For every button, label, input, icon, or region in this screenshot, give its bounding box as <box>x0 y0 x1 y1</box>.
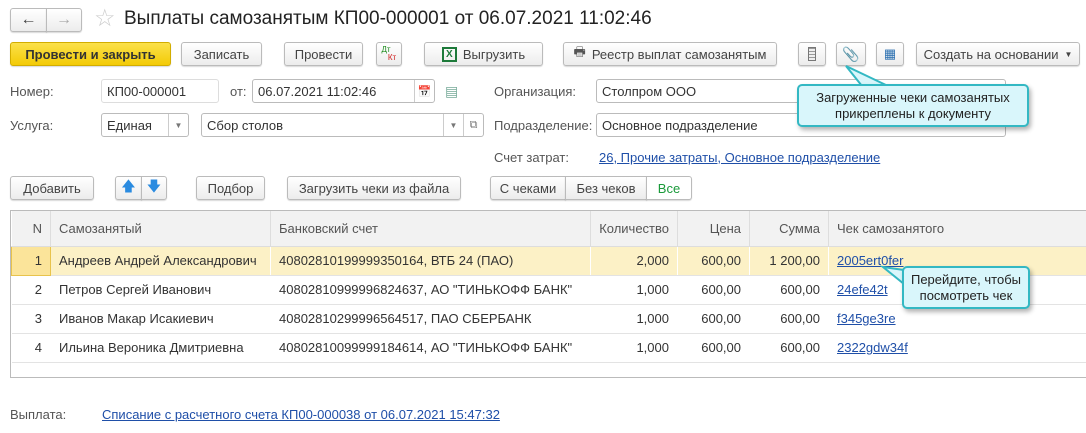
date-label: от: <box>230 84 247 99</box>
row-name: Андреев Андрей Александрович <box>50 246 271 276</box>
chevron-down-icon: ▼ <box>1064 49 1073 59</box>
receipt-link[interactable]: 2322gdw34f <box>837 340 908 355</box>
service-type-select[interactable]: Единая ▼ <box>101 113 189 137</box>
row-sum: 600,00 <box>749 333 829 363</box>
table-row[interactable]: 4 Ильина Вероника Дмитриевна 4080281009999… <box>11 333 1086 363</box>
save-button[interactable]: Записать <box>181 42 262 66</box>
row-qty: 1,000 <box>590 275 678 305</box>
row-name: Ильина Вероника Дмитриевна <box>50 333 271 363</box>
col-name[interactable]: Самозанятый <box>50 211 271 247</box>
dt-kt-button[interactable]: Дт Кт <box>376 42 402 66</box>
page-title: Выплаты самозанятым КП00-000001 от 06.07… <box>124 8 652 29</box>
attachments-button[interactable]: 📎 <box>836 42 866 66</box>
row-name: Петров Сергей Иванович <box>50 275 271 305</box>
row-number: 2 <box>11 275 51 305</box>
row-qty: 2,000 <box>590 246 678 276</box>
col-sum[interactable]: Сумма <box>749 211 829 247</box>
number-field[interactable]: КП00-000001 <box>101 79 219 103</box>
document-check-icon[interactable]: ▤ <box>445 83 458 100</box>
attachments-tooltip: Загруженные чеки самозанятых прикреплены… <box>797 84 1029 127</box>
service-field[interactable]: Сбор столов ▼ ⧉ <box>201 113 484 137</box>
receipt-tooltip: Перейдите, чтобы посмотреть чек <box>902 266 1030 309</box>
create-based-on-button[interactable]: Создать на основании ▼ <box>916 42 1080 66</box>
row-account: 40802810099999184614, АО "ТИНЬКОФФ БАНК" <box>270 333 591 363</box>
col-account[interactable]: Банковский счет <box>270 211 591 247</box>
row-price: 600,00 <box>677 275 750 305</box>
export-button[interactable]: X Выгрузить <box>424 42 543 66</box>
row-name: Иванов Макар Исакиевич <box>50 304 271 334</box>
chevron-down-icon[interactable]: ▼ <box>168 114 188 136</box>
row-price: 600,00 <box>677 304 750 334</box>
excel-icon: X <box>441 46 457 62</box>
row-account: 40802810199999350164, ВТБ 24 (ПАО) <box>270 246 591 276</box>
row-number: 1 <box>11 245 51 276</box>
row-sum: 600,00 <box>749 304 829 334</box>
paperclip-icon: 📎 <box>842 45 860 62</box>
col-qty[interactable]: Количество <box>590 211 678 247</box>
row-number: 3 <box>11 304 51 334</box>
filter-all[interactable]: Все <box>646 176 692 200</box>
open-icon[interactable]: ⧉ <box>463 114 483 136</box>
arrow-down-icon: 🡇 <box>146 178 162 194</box>
table-header: N Самозанятый Банковский счет Количество… <box>11 211 1086 247</box>
organization-label: Организация: <box>494 84 577 99</box>
col-price[interactable]: Цена <box>677 211 750 247</box>
receipt-link[interactable]: f345ge3re <box>837 311 896 326</box>
arrow-left-icon: ← <box>20 11 37 28</box>
row-price: 600,00 <box>677 246 750 276</box>
document-list-icon <box>808 47 816 61</box>
structure-button[interactable]: ▦ <box>876 42 904 66</box>
move-down-button[interactable]: 🡇 <box>141 176 167 200</box>
row-qty: 1,000 <box>590 304 678 334</box>
move-up-button[interactable]: 🡅 <box>115 176 142 200</box>
arrow-right-icon: → <box>56 11 72 28</box>
structure-icon: ▦ <box>883 46 897 61</box>
pick-button[interactable]: Подбор <box>196 176 265 200</box>
cost-account-label: Счет затрат: <box>494 150 569 165</box>
service-label: Услуга: <box>10 118 54 133</box>
forward-button[interactable]: → <box>46 8 82 32</box>
arrow-up-icon: 🡅 <box>121 178 136 194</box>
registry-button[interactable]: 🖶 Реестр выплат самозанятым <box>563 42 777 66</box>
post-button[interactable]: Провести <box>284 42 363 66</box>
payment-label: Выплата: <box>10 407 67 422</box>
back-button[interactable]: ← <box>10 8 47 32</box>
number-label: Номер: <box>10 84 54 99</box>
star-icon[interactable]: ☆ <box>94 4 116 33</box>
post-and-close-button[interactable]: Провести и закрыть <box>10 42 171 66</box>
filter-without-receipts[interactable]: Без чеков <box>565 176 647 200</box>
row-sum: 1 200,00 <box>749 246 829 276</box>
load-receipts-button[interactable]: Загрузить чеки из файла <box>287 176 461 200</box>
filter-with-receipts[interactable]: С чеками <box>490 176 566 200</box>
date-field[interactable]: 06.07.2021 11:02:46 📅 <box>252 79 435 103</box>
row-account: 40802810999996824637, АО "ТИНЬКОФФ БАНК" <box>270 275 591 305</box>
row-qty: 1,000 <box>590 333 678 363</box>
chevron-down-icon[interactable]: ▼ <box>443 114 463 136</box>
add-button[interactable]: Добавить <box>10 176 94 200</box>
payment-link[interactable]: Списание с расчетного счета КП00-000038 … <box>102 407 500 422</box>
row-account: 40802810299996564517, ПАО СБЕРБАНК <box>270 304 591 334</box>
calendar-icon[interactable]: 📅 <box>414 80 434 102</box>
cost-account-link[interactable]: 26, Прочие затраты, Основное подразделен… <box>599 150 880 165</box>
col-n[interactable]: N <box>11 211 51 247</box>
row-sum: 600,00 <box>749 275 829 305</box>
row-receipt: 2322gdw34f <box>828 333 1086 363</box>
row-number: 4 <box>11 333 51 363</box>
printer-icon: 🖶 <box>573 44 586 59</box>
row-price: 600,00 <box>677 333 750 363</box>
department-label: Подразделение: <box>494 118 593 133</box>
list-button[interactable] <box>798 42 826 66</box>
col-receipt[interactable]: Чек самозанятого <box>828 211 1086 247</box>
kt-icon: Кт <box>387 53 397 62</box>
